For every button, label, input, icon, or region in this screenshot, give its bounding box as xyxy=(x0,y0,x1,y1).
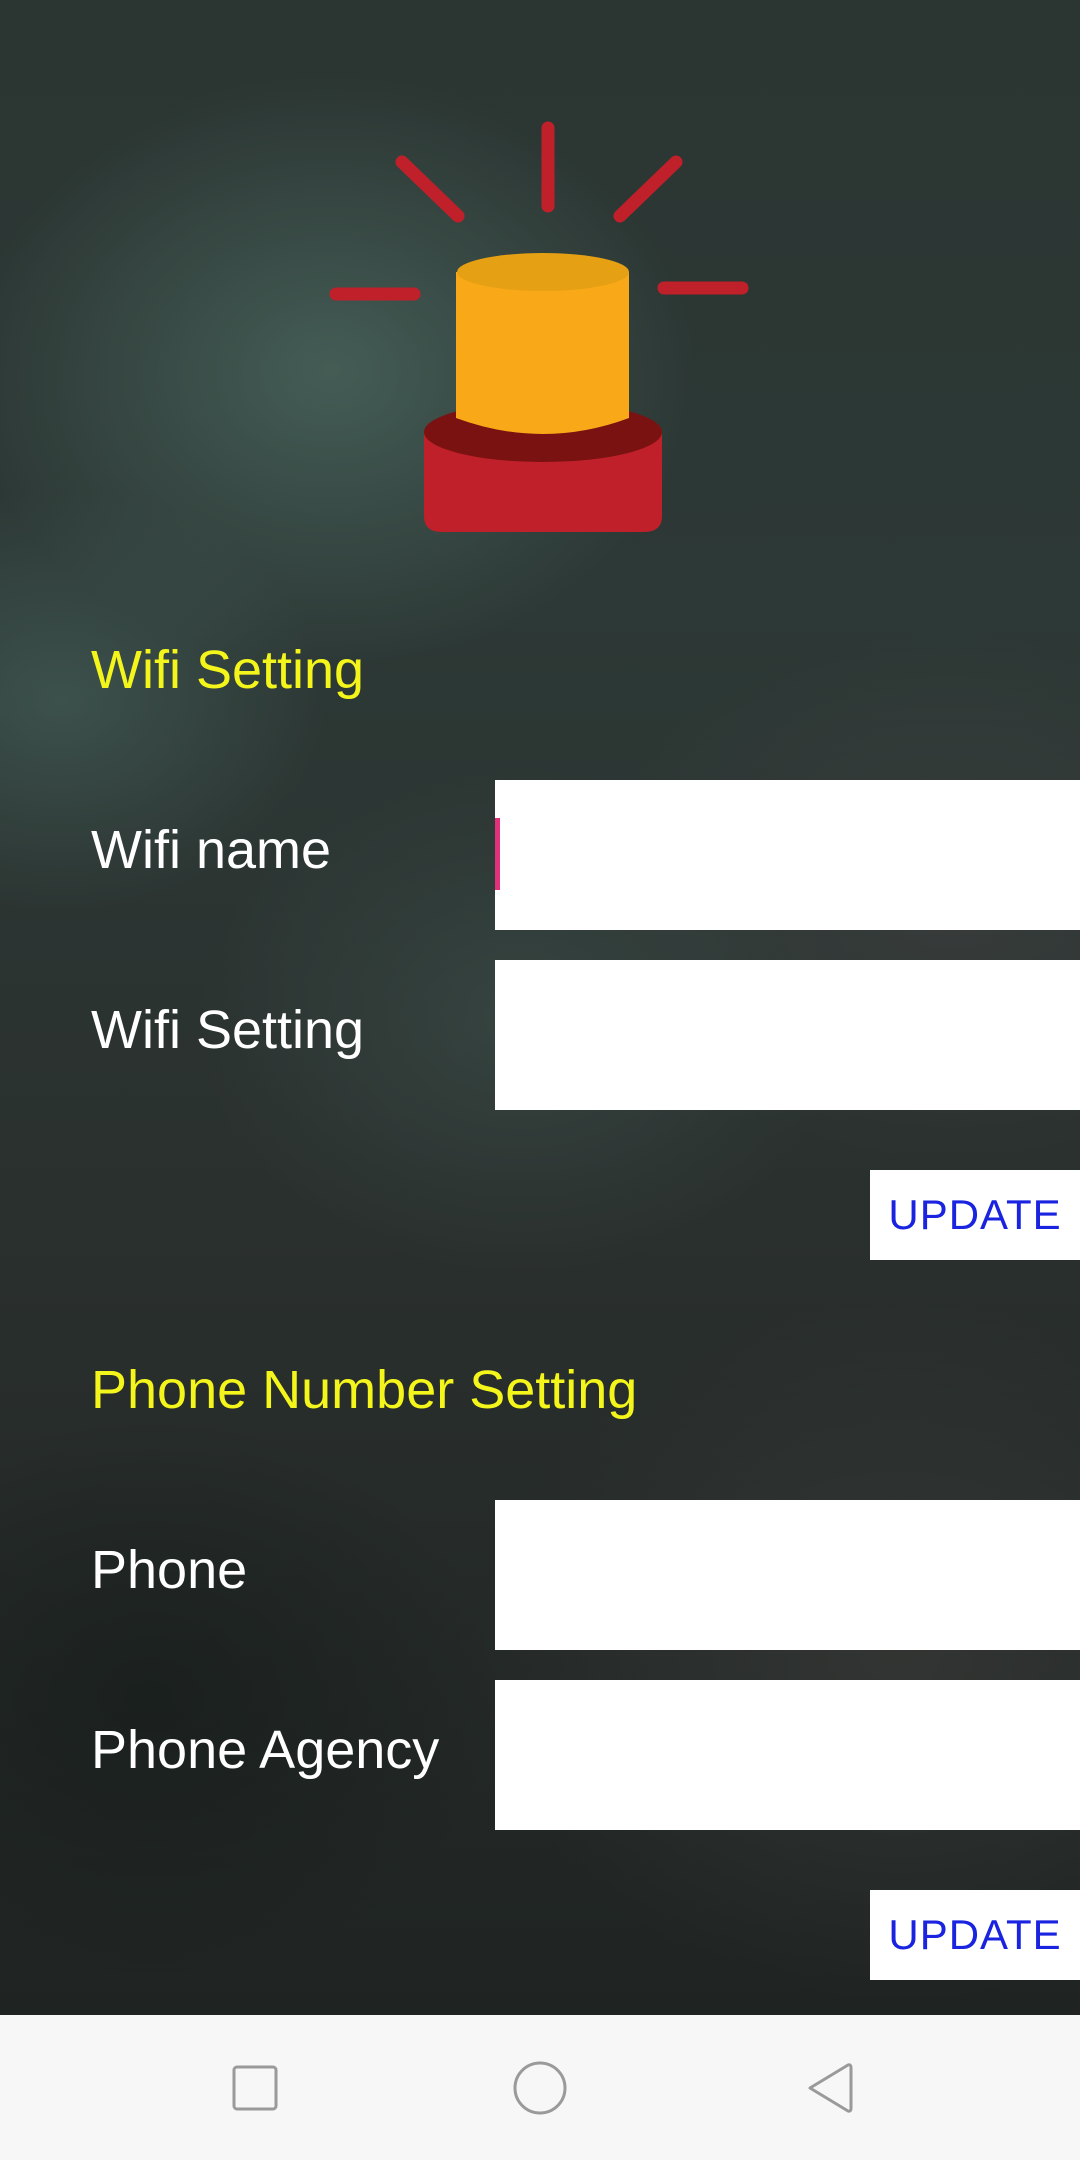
wifi-section-title: Wifi Setting xyxy=(91,640,365,700)
wifi-update-button[interactable]: UPDATE xyxy=(870,1170,1080,1260)
home-button[interactable] xyxy=(440,2015,640,2160)
phone-input[interactable] xyxy=(495,1500,1080,1650)
phone-agency-input[interactable] xyxy=(495,1680,1080,1830)
system-navigation-bar xyxy=(0,2015,1080,2160)
recents-button[interactable] xyxy=(155,2015,355,2160)
wifi-setting-label: Wifi Setting xyxy=(91,1000,365,1060)
phone-agency-label: Phone Agency xyxy=(91,1720,440,1780)
phone-update-button[interactable]: UPDATE xyxy=(870,1890,1080,1980)
circle-home-icon xyxy=(513,2061,567,2114)
wifi-name-label: Wifi name xyxy=(91,820,332,880)
phone-label: Phone xyxy=(91,1540,248,1600)
wifi-name-input[interactable] xyxy=(495,780,1080,930)
text-cursor xyxy=(495,818,500,890)
alarm-siren-icon xyxy=(329,121,749,532)
wifi-setting-input[interactable] xyxy=(495,960,1080,1110)
settings-screen: Wifi Setting Wifi name Wifi Setting UPDA… xyxy=(0,0,1080,2015)
back-button[interactable] xyxy=(730,2015,930,2160)
triangle-back-icon xyxy=(808,2062,853,2113)
square-recents-icon xyxy=(232,2065,278,2110)
phone-section-title: Phone Number Setting xyxy=(91,1360,638,1420)
